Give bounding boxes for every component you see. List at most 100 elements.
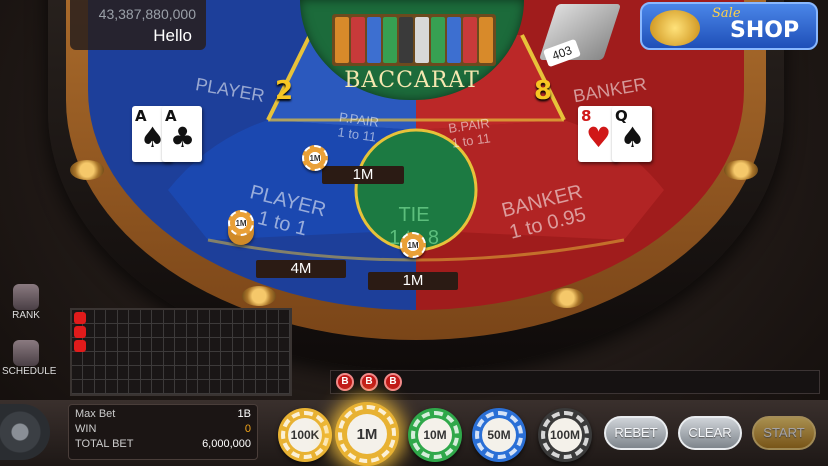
road-cell (140, 324, 153, 338)
road-cell (117, 338, 130, 352)
rebet-button[interactable]: REBET (604, 416, 668, 450)
road-cell (152, 338, 164, 352)
trophy-icon (13, 284, 39, 310)
road-cell (244, 380, 256, 394)
history-result: B (384, 373, 402, 391)
road-cell (255, 310, 268, 324)
road-cell (186, 338, 199, 352)
road-cell (163, 310, 176, 324)
road-cell (94, 380, 107, 394)
chip-100m-button[interactable]: 100M (538, 408, 592, 462)
road-cell (198, 338, 210, 352)
balance-amount: 43,387,880,000 (98, 6, 196, 22)
road-cell (267, 338, 279, 352)
road-cell (152, 380, 164, 394)
road-cell (72, 352, 84, 366)
road-cell (209, 310, 222, 324)
road-result (74, 312, 86, 324)
road-cell (152, 324, 164, 338)
chip-value: 10M (418, 418, 452, 452)
cup-holder-right (724, 160, 758, 180)
road-cell (140, 338, 153, 352)
road-cell (221, 338, 233, 352)
road-cell (129, 366, 141, 380)
schedule-button[interactable]: SCHEDULE (2, 340, 56, 377)
road-cell (255, 324, 268, 338)
player-chip-stack: 1M (228, 210, 254, 236)
road-cell (221, 352, 233, 366)
road-cell (255, 380, 268, 394)
p-pair-chip: 1M (302, 145, 328, 171)
rank-label: RANK (12, 310, 40, 321)
road-cell (117, 380, 130, 394)
game-title: BACCARAT (344, 68, 480, 93)
start-button[interactable]: START (752, 416, 816, 450)
p-pair-bet-amount: 1M (322, 166, 404, 184)
bead-road-board (70, 308, 292, 396)
road-cell (221, 310, 233, 324)
road-cell (244, 352, 256, 366)
road-cell (129, 380, 141, 394)
road-cell (83, 352, 95, 366)
clear-button[interactable]: CLEAR (678, 416, 742, 450)
player-card-2: A ♣ (162, 106, 202, 162)
shop-button[interactable]: Sale SHOP (640, 2, 818, 50)
baccarat-table: BACCARAT 2 8 PLAYER BANKER A ♠ A ♣ 8 ♥ Q… (0, 0, 828, 466)
total-bet-value: 6,000,000 (202, 438, 251, 450)
chip-100k-button[interactable]: 100K (278, 408, 332, 462)
road-cell (140, 352, 153, 366)
chip-10m-button[interactable]: 10M (408, 408, 462, 462)
road-cell (209, 366, 222, 380)
cup-holder-left (70, 160, 104, 180)
road-cell (106, 352, 118, 366)
road-cell (278, 310, 290, 324)
road-cell (232, 324, 245, 338)
road-cell (232, 366, 245, 380)
road-cell (198, 380, 210, 394)
road-cell (175, 380, 187, 394)
road-cell (72, 366, 84, 380)
road-cell (129, 352, 141, 366)
road-cell (117, 324, 130, 338)
road-cell (94, 310, 107, 324)
road-cell (152, 366, 164, 380)
road-cell (163, 352, 176, 366)
road-cell (209, 352, 222, 366)
max-bet-label: Max Bet (75, 408, 116, 420)
result-history-strip (330, 370, 820, 394)
road-cell (72, 380, 84, 394)
calendar-icon (13, 340, 39, 366)
road-cell (267, 324, 279, 338)
rank-button[interactable]: RANK (6, 284, 46, 321)
road-cell (278, 352, 290, 366)
road-cell (198, 366, 210, 380)
coins-icon (650, 10, 700, 46)
road-cell (129, 338, 141, 352)
road-cell (106, 338, 118, 352)
road-cell (278, 338, 290, 352)
road-cell (117, 366, 130, 380)
road-cell (186, 352, 199, 366)
chip-value: 50M (482, 418, 516, 452)
road-cell (117, 352, 130, 366)
road-cell (278, 380, 290, 394)
chip-50m-button[interactable]: 50M (472, 408, 526, 462)
road-cell (221, 366, 233, 380)
road-cell (129, 310, 141, 324)
chip-1m-button[interactable]: 1M (335, 402, 399, 466)
history-result: B (360, 373, 378, 391)
road-cell (140, 380, 153, 394)
road-cell (244, 338, 256, 352)
history-result: B (336, 373, 354, 391)
road-cell (244, 324, 256, 338)
road-cell (244, 366, 256, 380)
road-cell (117, 310, 130, 324)
road-cell (186, 324, 199, 338)
road-cell (106, 324, 118, 338)
road-cell (83, 366, 95, 380)
road-cell (94, 324, 107, 338)
road-cell (221, 324, 233, 338)
road-cell (106, 380, 118, 394)
road-cell (255, 352, 268, 366)
road-cell (255, 338, 268, 352)
